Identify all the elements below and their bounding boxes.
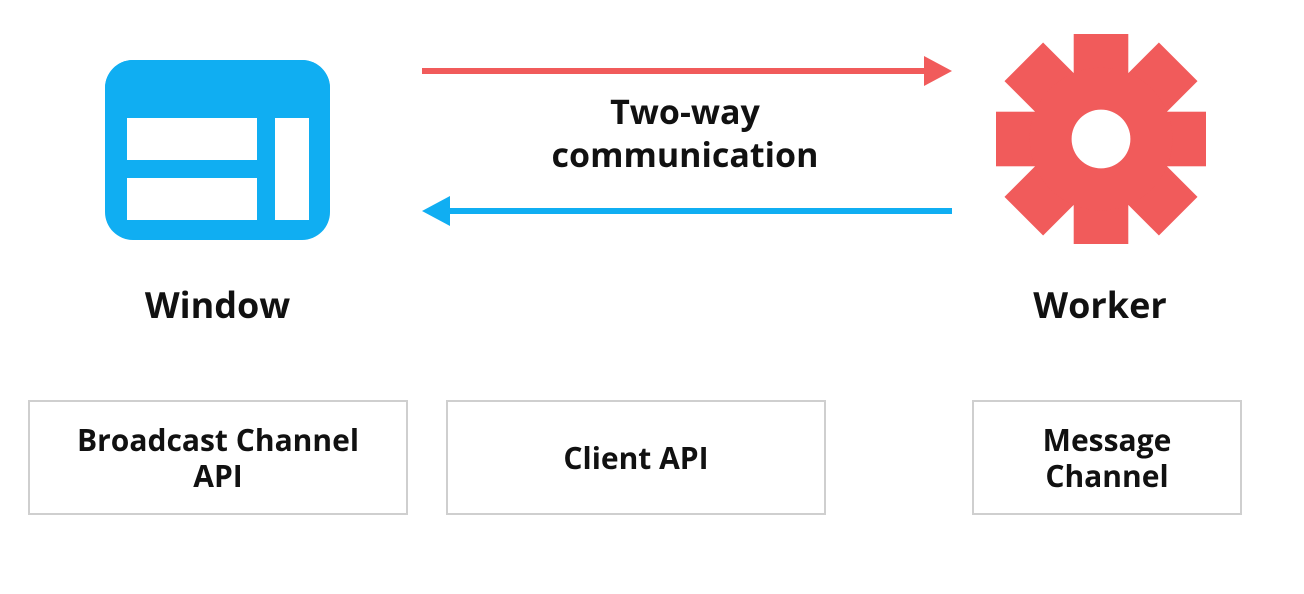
api-box-line: Message	[1043, 422, 1172, 458]
worker-gear-icon	[996, 34, 1206, 244]
arrow-shaft	[422, 68, 932, 74]
arrow-shaft	[442, 208, 952, 214]
api-box-client-api: Client API	[446, 400, 826, 515]
api-box-message-channel: Message Channel	[972, 400, 1242, 515]
window-icon-pane	[127, 178, 257, 220]
window-icon-pane	[275, 118, 309, 220]
api-box-line: Client API	[563, 440, 708, 476]
api-box-line: Broadcast Channel	[77, 422, 359, 458]
window-icon-titlebar	[105, 60, 330, 104]
diagram-canvas: Window Worker	[0, 0, 1304, 594]
center-text-line: Two-way	[610, 88, 760, 134]
api-box-line: API	[77, 458, 359, 494]
arrow-worker-to-window	[422, 196, 952, 226]
arrow-window-to-worker	[422, 56, 952, 86]
center-text-line: communication	[552, 131, 819, 177]
two-way-communication-label: Two-way communication	[420, 90, 950, 175]
api-box-line: Channel	[1043, 458, 1172, 494]
window-label: Window	[105, 280, 330, 329]
window-icon	[105, 60, 330, 240]
worker-label: Worker	[980, 280, 1220, 329]
api-box-broadcast-channel: Broadcast Channel API	[28, 400, 408, 515]
arrow-head-right-icon	[924, 56, 952, 86]
window-icon-pane	[127, 118, 257, 160]
